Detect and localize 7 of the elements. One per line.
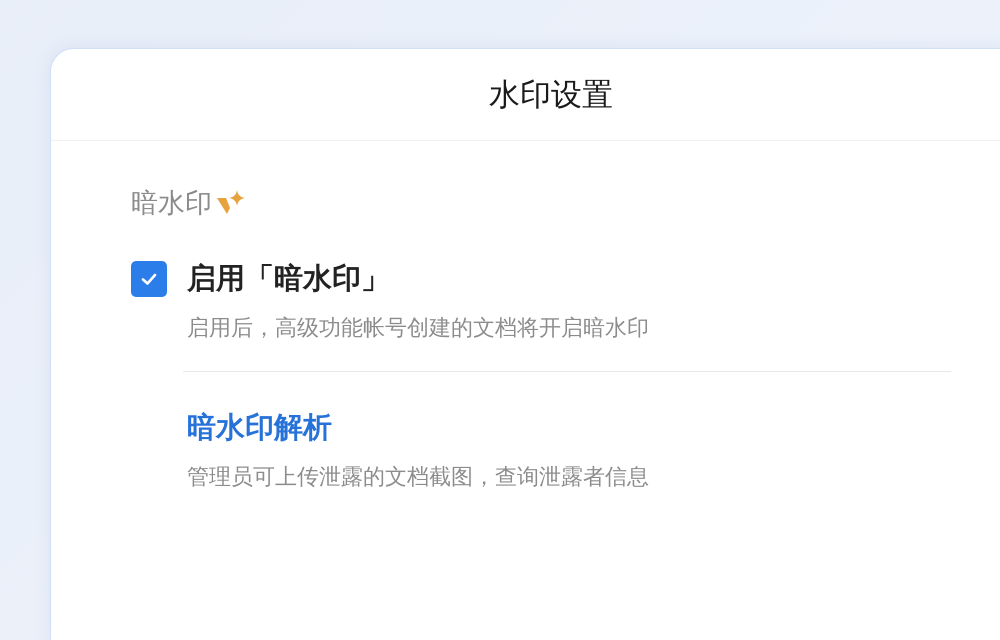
option-description: 启用后，高级功能帐号创建的文档将开启暗水印 (187, 315, 650, 343)
dialog-title: 水印设置 (489, 76, 613, 114)
analysis-description: 管理员可上传泄露的文档截图，查询泄露者信息 (187, 464, 650, 492)
option-label: 启用「暗水印」 (187, 260, 390, 297)
section-label: 暗水印 (131, 187, 212, 221)
analysis-link[interactable]: 暗水印解析 (187, 408, 332, 448)
checkbox[interactable] (131, 261, 167, 297)
